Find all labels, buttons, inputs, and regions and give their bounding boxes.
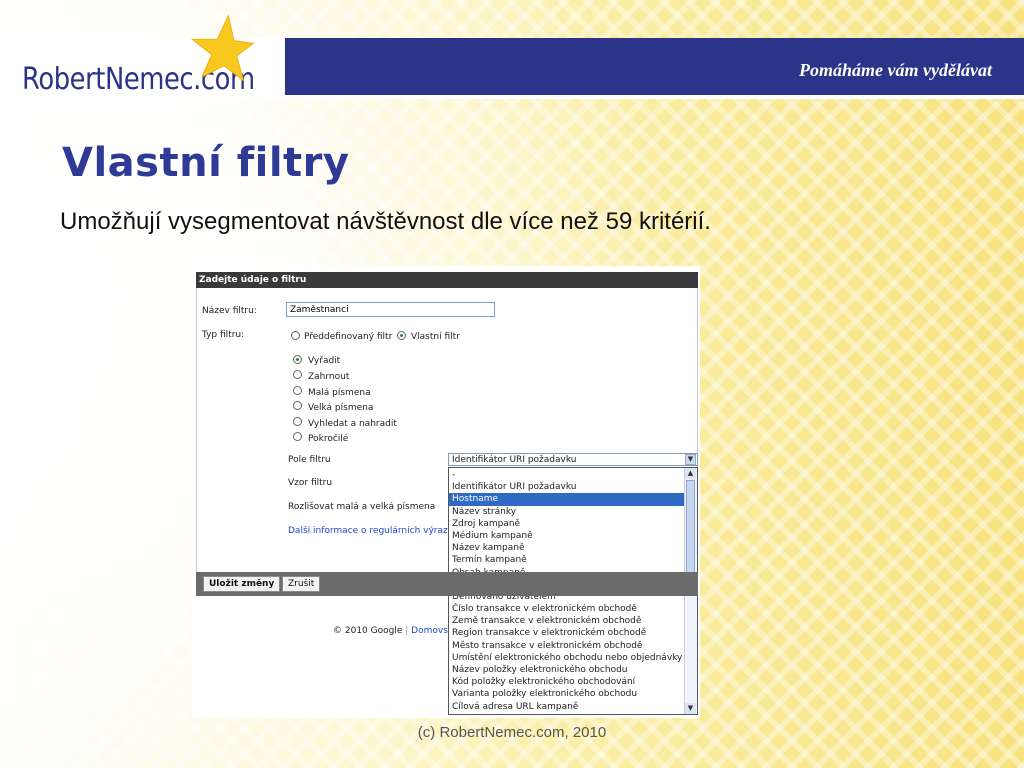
custom-filter-label: Vlastní filtr (411, 332, 460, 342)
dropdown-option[interactable]: Termín kampaně (449, 554, 685, 566)
predefined-filter-label: Předdefinovaný filtr (304, 332, 393, 342)
predefined-filter-radio[interactable] (291, 331, 300, 340)
dropdown-option[interactable]: Hostname (449, 493, 685, 506)
search-replace-label: Vyhledat a nahradit (308, 419, 397, 429)
dropdown-option[interactable]: Země transakce v elektronickém obchodě (449, 615, 685, 627)
form-header: Zadejte údaje o filtru (196, 272, 698, 288)
uppercase-label: Velká písmena (308, 403, 374, 413)
filter-type-label: Typ filtru: (202, 330, 245, 340)
filter-field-select[interactable]: Identifikátor URI požadavku ▼ (448, 453, 698, 466)
uppercase-radio[interactable] (293, 401, 302, 410)
dropdown-option[interactable]: - (449, 469, 685, 481)
filter-field-label: Pole filtru (288, 455, 331, 465)
home-link[interactable]: Domovs (411, 626, 448, 636)
slide-title: Vlastní filtry (62, 140, 350, 186)
dropdown-option[interactable]: Region transakce v elektronickém obchodě (449, 627, 685, 639)
save-button[interactable]: Uložit změny (203, 576, 281, 592)
dropdown-option[interactable]: Město transakce v elektronickém obchodě (449, 640, 685, 652)
slide-footer: (c) RobertNemec.com, 2010 (417, 724, 607, 741)
search-replace-radio[interactable] (293, 417, 302, 426)
filter-name-label: Název filtru: (202, 306, 257, 316)
dropdown-option[interactable]: Varianta položky elektronického obchodu (449, 688, 685, 700)
include-radio[interactable] (293, 370, 302, 379)
filter-form-screenshot: Zadejte údaje o filtru Název filtru: Typ… (192, 266, 700, 718)
exclude-label: Vyřadit (308, 356, 341, 366)
scroll-up-icon[interactable]: ▲ (685, 468, 696, 479)
dropdown-option[interactable]: Médium kampaně (449, 530, 685, 542)
include-label: Zahrnout (308, 372, 350, 382)
dropdown-option[interactable]: Umístění elektronického obchodu nebo obj… (449, 652, 685, 664)
button-bar: Uložit změny Zrušit (196, 572, 698, 596)
filter-field-select-value: Identifikátor URI požadavku (452, 455, 577, 465)
regex-info-link[interactable]: Další informace o regulárních výraze (288, 526, 448, 536)
dropdown-option[interactable]: Zdroj kampaně (449, 518, 685, 530)
chevron-down-icon[interactable]: ▼ (685, 454, 696, 465)
advanced-label: Pokročilé (308, 434, 349, 444)
exclude-radio[interactable] (293, 355, 302, 364)
lowercase-label: Malá písmena (308, 388, 371, 398)
dropdown-option[interactable]: Název kampaně (449, 542, 685, 554)
google-copyright: © 2010 Google | Domovs (333, 626, 448, 636)
lowercase-radio[interactable] (293, 386, 302, 395)
dropdown-option[interactable]: Název položky elektronického obchodu (449, 664, 685, 676)
case-sensitive-label: Rozlišovat malá a velká písmena (288, 502, 436, 512)
custom-filter-radio[interactable] (397, 331, 406, 340)
scroll-down-icon[interactable]: ▼ (685, 703, 696, 714)
dropdown-option[interactable]: Cílová adresa URL kampaně (449, 701, 685, 713)
slide-subtitle: Umožňují vysegmentovat návštěvnost dle v… (60, 208, 711, 235)
cancel-button[interactable]: Zrušit (282, 576, 321, 592)
star-icon (190, 14, 255, 83)
slogan: Pomáháme vám vydělávat (799, 60, 992, 80)
filter-name-input[interactable] (286, 302, 495, 317)
dropdown-option[interactable]: Identifikátor URI požadavku (449, 481, 685, 493)
dropdown-option[interactable]: Číslo transakce v elektronickém obchodě (449, 603, 685, 615)
advanced-radio[interactable] (293, 432, 302, 441)
dropdown-option[interactable]: Název stránky (449, 506, 685, 518)
filter-pattern-label: Vzor filtru (288, 478, 333, 488)
dropdown-option[interactable]: Kód položky elektronického obchodování (449, 676, 685, 688)
copyright-text: © 2010 Google (333, 626, 403, 636)
